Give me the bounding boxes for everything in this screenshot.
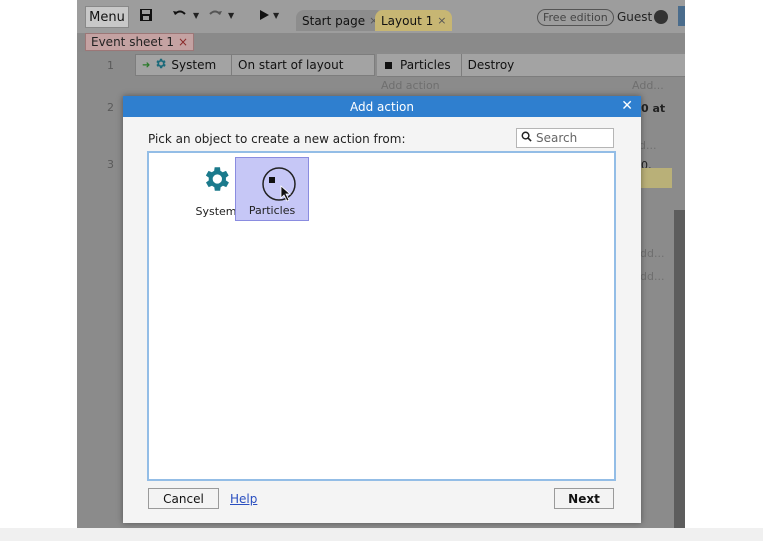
tab-label: Start page	[302, 13, 366, 28]
event-object-cell[interactable]: ➜ System	[136, 55, 232, 75]
action-object-label: Particles	[400, 58, 451, 72]
tab-label: Event sheet 1	[91, 35, 174, 49]
toolbar: Menu ▼ ▼ ▼ Start page × Layout 1 × Free …	[77, 0, 685, 33]
event-object-label: System	[171, 58, 217, 72]
undo-dropdown-icon[interactable]: ▼	[193, 11, 199, 20]
save-icon[interactable]	[139, 8, 153, 26]
status-bar	[0, 528, 763, 541]
tab-layout-1[interactable]: Layout 1 ×	[375, 10, 453, 31]
side-panel	[674, 210, 685, 528]
redo-icon[interactable]	[207, 8, 223, 26]
close-icon[interactable]: ✕	[621, 98, 633, 114]
dialog-prompt: Pick an object to create a new action fr…	[148, 132, 406, 146]
dialog-title-bar: Add action ✕	[123, 96, 641, 117]
row-number: 3	[107, 158, 114, 171]
guest-label[interactable]: Guest	[617, 10, 652, 24]
row-number: 1	[107, 59, 114, 72]
partial-text: 0 at	[641, 102, 666, 115]
cancel-button[interactable]: Cancel	[148, 488, 219, 509]
add-link[interactable]: Add...	[632, 79, 664, 92]
object-particles[interactable]: Particles	[235, 157, 309, 221]
add-link[interactable]: dd...	[640, 247, 664, 260]
tab-event-sheet-1[interactable]: Event sheet 1 ×	[85, 33, 195, 51]
row-number: 2	[107, 101, 114, 114]
add-action-link[interactable]: Add action	[381, 79, 440, 92]
undo-icon[interactable]	[172, 8, 188, 26]
close-icon[interactable]: ×	[437, 14, 446, 27]
next-button[interactable]: Next	[554, 488, 614, 509]
redo-dropdown-icon[interactable]: ▼	[228, 11, 234, 20]
tab-start-page[interactable]: Start page ×	[296, 10, 385, 31]
help-link[interactable]: Help	[230, 492, 257, 506]
gear-icon	[200, 163, 232, 198]
object-label: Particles	[248, 204, 296, 217]
event-row[interactable]: ➜ System On start of layout	[135, 54, 375, 76]
action-name[interactable]: Destroy	[460, 54, 514, 76]
panel-edge	[678, 6, 685, 26]
play-dropdown-icon[interactable]: ▼	[273, 11, 279, 20]
dialog-title: Add action	[350, 99, 414, 114]
particles-icon	[259, 164, 299, 207]
arrow-right-icon: ➜	[142, 59, 151, 71]
free-edition-badge[interactable]: Free edition	[537, 9, 614, 26]
action-row[interactable]: Particles Destroy	[377, 54, 685, 77]
add-action-dialog: Add action ✕ Pick an object to create a …	[123, 96, 641, 523]
menu-button[interactable]: Menu	[85, 6, 129, 28]
tab-label: Layout 1	[381, 13, 434, 28]
search-input[interactable]	[536, 131, 606, 145]
search-icon	[521, 131, 532, 145]
particles-icon	[385, 61, 392, 69]
add-link[interactable]: dd...	[640, 270, 664, 283]
gear-icon	[154, 57, 167, 73]
event-condition[interactable]: On start of layout	[232, 58, 343, 72]
play-icon[interactable]	[258, 8, 270, 26]
user-icon[interactable]	[654, 10, 668, 24]
search-box[interactable]	[516, 128, 614, 148]
object-list: System Particles	[147, 151, 616, 481]
close-icon[interactable]: ×	[178, 35, 188, 49]
